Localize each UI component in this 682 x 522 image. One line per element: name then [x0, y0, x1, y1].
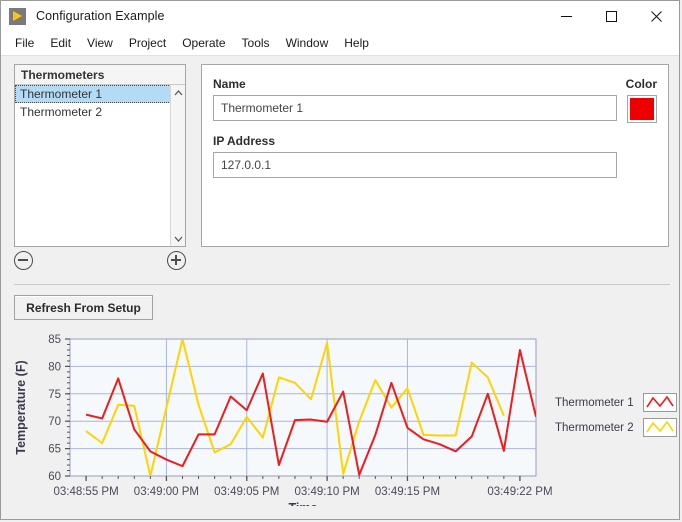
y-tick-label: 85 — [48, 334, 61, 346]
main-content: Thermometers Thermometer 1 Thermometer 2… — [1, 56, 679, 519]
temperature-chart[interactable]: 60 65 70 75 80 85 03:48:55 PM 03:49:00 PM 03:49:… — [9, 334, 675, 506]
y-tick-label: 80 — [48, 361, 61, 373]
y-axis-label: Temperature (F) — [14, 360, 28, 454]
plot-area — [70, 339, 536, 476]
section-divider — [14, 284, 670, 285]
menu-item-view[interactable]: View — [79, 33, 121, 54]
y-tick-label: 60 — [48, 471, 61, 483]
chart-legend: Thermometer 1 Thermometer 2 — [555, 392, 677, 442]
thermometer-list-panel: Thermometers Thermometer 1 Thermometer 2 — [14, 64, 186, 247]
refresh-from-setup-button[interactable]: Refresh From Setup — [14, 295, 153, 320]
name-input[interactable]: Thermometer 1 — [213, 95, 617, 121]
x-tick-label: 03:49:05 PM — [214, 486, 279, 498]
y-tick-label: 65 — [48, 444, 61, 456]
circle-plus-icon[interactable] — [167, 251, 186, 270]
menu-item-file[interactable]: File — [7, 33, 42, 54]
menu-item-edit[interactable]: Edit — [42, 33, 79, 54]
name-label: Name — [213, 77, 246, 91]
window-title: Configuration Example — [36, 9, 165, 23]
y-tick-label: 70 — [48, 416, 61, 428]
list-item-thermometer-2[interactable]: Thermometer 2 — [15, 103, 185, 121]
legend-label: Thermometer 2 — [555, 422, 639, 434]
line-plot-icon[interactable] — [643, 418, 677, 437]
x-tick-label: 03:48:55 PM — [53, 486, 118, 498]
list-scrollbar[interactable] — [170, 85, 185, 246]
ip-address-label: IP Address — [213, 134, 275, 148]
color-swatch-button[interactable] — [627, 95, 657, 123]
minimize-button[interactable] — [544, 1, 589, 31]
line-plot-icon[interactable] — [643, 393, 677, 412]
menu-item-project[interactable]: Project — [121, 33, 174, 54]
window-controls — [544, 1, 679, 31]
x-tick-label: 03:49:10 PM — [294, 486, 359, 498]
x-axis-label: Time — [289, 501, 318, 506]
y-tick-label: 75 — [48, 389, 61, 401]
maximize-button[interactable] — [589, 1, 634, 31]
menu-item-operate[interactable]: Operate — [174, 33, 233, 54]
application-window: Configuration Example File Edit View Pro… — [0, 0, 680, 520]
circle-minus-icon[interactable] — [14, 251, 33, 270]
chevron-up-icon[interactable] — [171, 85, 186, 100]
list-item-thermometer-1[interactable]: Thermometer 1 — [15, 85, 185, 103]
menu-bar: File Edit View Project Operate Tools Win… — [1, 31, 679, 56]
legend-entry-thermometer-1[interactable]: Thermometer 1 — [555, 392, 677, 413]
color-label: Color — [626, 77, 657, 91]
chevron-down-icon[interactable] — [171, 231, 186, 246]
menu-item-help[interactable]: Help — [336, 33, 377, 54]
title-bar: Configuration Example — [1, 1, 679, 31]
color-fill — [630, 98, 654, 120]
list-header: Thermometers — [15, 65, 185, 85]
legend-entry-thermometer-2[interactable]: Thermometer 2 — [555, 417, 677, 438]
x-tick-label: 03:49:15 PM — [375, 486, 440, 498]
menu-item-window[interactable]: Window — [278, 33, 337, 54]
labview-play-icon — [9, 8, 26, 25]
thermometer-detail-panel: Name Thermometer 1 IP Address 127.0.0.1 … — [201, 64, 669, 247]
list-body: Thermometer 1 Thermometer 2 — [15, 85, 185, 246]
legend-label: Thermometer 1 — [555, 397, 639, 409]
menu-item-tools[interactable]: Tools — [234, 33, 278, 54]
x-tick-label: 03:49:00 PM — [134, 486, 199, 498]
close-button[interactable] — [634, 1, 679, 31]
ip-address-input[interactable]: 127.0.0.1 — [213, 152, 617, 178]
x-tick-label: 03:49:22 PM — [487, 486, 552, 498]
